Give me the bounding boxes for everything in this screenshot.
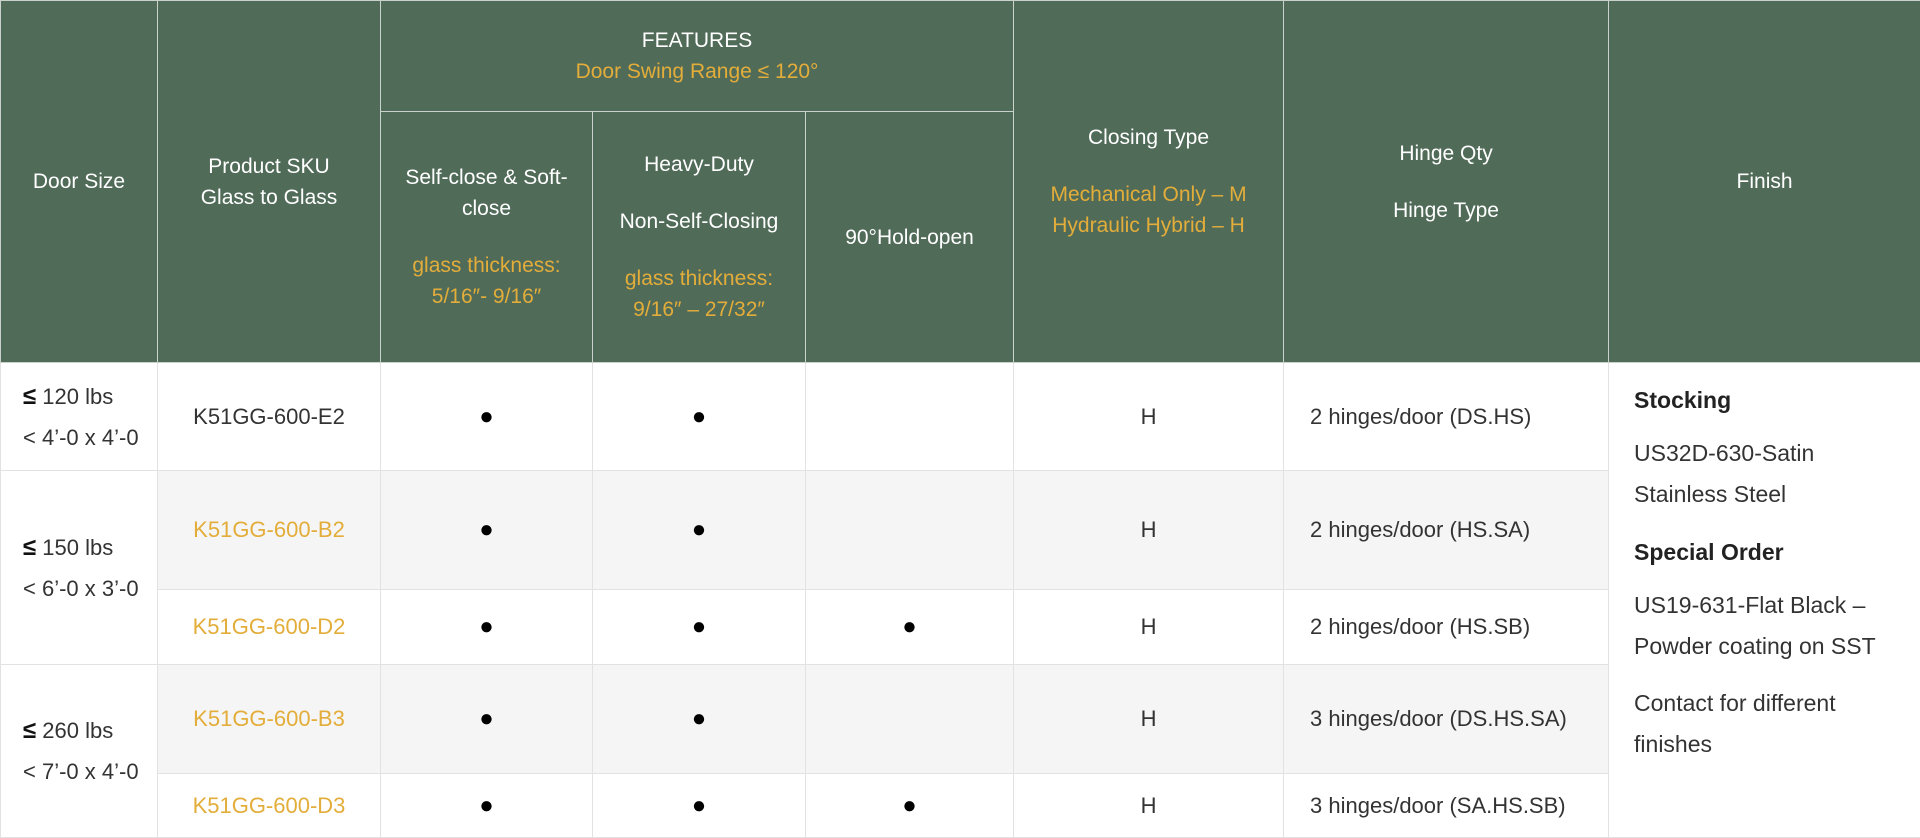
header-closing-type-label: Closing Type	[1022, 122, 1275, 153]
hinge-cell: 3 hinges/door (DS.HS.SA)	[1284, 665, 1609, 774]
header-closing-mechanical: Mechanical Only – M	[1022, 179, 1275, 210]
size-dims: < 7’-0 x 4’-0	[23, 751, 147, 792]
closing-type-cell: H	[1014, 363, 1284, 471]
size-weight: 120 lbs	[42, 384, 113, 409]
size-dims: < 4’-0 x 4’-0	[23, 417, 147, 458]
finish-cell: Stocking US32D-630-Satin Stainless Steel…	[1609, 363, 1920, 838]
heavy-duty-dot: ●	[593, 590, 806, 665]
door-size-cell: ≤ 260 lbs < 7’-0 x 4’-0	[1, 665, 158, 838]
header-closing-type: Closing Type Mechanical Only – M Hydraul…	[1014, 1, 1284, 363]
header-door-size: Door Size	[1, 1, 158, 363]
finish-contact-text: Contact for different finishes	[1634, 683, 1899, 765]
header-product-sku-sub: Glass to Glass	[166, 182, 372, 213]
header-product-sku: Product SKU Glass to Glass	[158, 1, 381, 363]
le-symbol: ≤	[23, 717, 36, 744]
holdopen-dot: ●	[806, 774, 1014, 838]
header-heavy-glass: glass thickness: 9/16″ – 27/32″	[601, 263, 797, 325]
hinge-cell: 3 hinges/door (SA.HS.SB)	[1284, 774, 1609, 838]
heavy-duty-dot: ●	[593, 774, 806, 838]
header-finish: Finish	[1609, 1, 1920, 363]
header-row-1: Door Size Product SKU Glass to Glass FEA…	[1, 1, 1920, 112]
product-spec-table: Door Size Product SKU Glass to Glass FEA…	[0, 0, 1920, 838]
size-weight: 260 lbs	[42, 718, 113, 743]
header-hinge-type: Hinge Type	[1292, 195, 1600, 226]
holdopen-dot: ●	[806, 590, 1014, 665]
selfclose-dot: ●	[381, 363, 593, 471]
sku-cell: K51GG-600-B3	[158, 665, 381, 774]
header-selfclose-glass: glass thickness: 5/16″- 9/16″	[389, 250, 584, 312]
header-features-label: FEATURES	[389, 25, 1005, 56]
selfclose-dot: ●	[381, 471, 593, 590]
sku-cell: K51GG-600-E2	[158, 363, 381, 471]
header-features: FEATURES Door Swing Range ≤ 120°	[381, 1, 1014, 112]
selfclose-dot: ●	[381, 590, 593, 665]
closing-type-cell: H	[1014, 590, 1284, 665]
finish-stocking-text: US32D-630-Satin Stainless Steel	[1634, 433, 1899, 515]
finish-special-text: US19-631-Flat Black – Powder coating on …	[1634, 585, 1899, 667]
door-size-cell: ≤ 150 lbs < 6’-0 x 3’-0	[1, 471, 158, 665]
selfclose-dot: ●	[381, 665, 593, 774]
header-holdopen: 90°Hold-open	[806, 112, 1014, 363]
closing-type-cell: H	[1014, 665, 1284, 774]
header-selfclose-title: Self-close & Soft-close	[389, 162, 584, 224]
header-features-range: Door Swing Range ≤ 120°	[389, 56, 1005, 87]
header-selfclose: Self-close & Soft-close glass thickness:…	[381, 112, 593, 363]
door-size-cell: ≤ 120 lbs < 4’-0 x 4’-0	[1, 363, 158, 471]
holdopen-dot	[806, 363, 1014, 471]
heavy-duty-dot: ●	[593, 363, 806, 471]
selfclose-dot: ●	[381, 774, 593, 838]
header-heavy-duty: Heavy-Duty Non-Self-Closing glass thickn…	[593, 112, 806, 363]
header-hinge: Hinge Qty Hinge Type	[1284, 1, 1609, 363]
sku-cell: K51GG-600-B2	[158, 471, 381, 590]
sku-cell: K51GG-600-D3	[158, 774, 381, 838]
hinge-cell: 2 hinges/door (HS.SB)	[1284, 590, 1609, 665]
hinge-cell: 2 hinges/door (HS.SA)	[1284, 471, 1609, 590]
le-symbol: ≤	[23, 534, 36, 561]
header-closing-hydraulic: Hydraulic Hybrid – H	[1022, 210, 1275, 241]
header-hinge-qty: Hinge Qty	[1292, 138, 1600, 169]
finish-stocking-title: Stocking	[1634, 385, 1899, 415]
heavy-duty-dot: ●	[593, 665, 806, 774]
finish-special-title: Special Order	[1634, 537, 1899, 567]
sku-cell: K51GG-600-D2	[158, 590, 381, 665]
size-weight: 150 lbs	[42, 535, 113, 560]
header-heavy-sub: Non-Self-Closing	[601, 206, 797, 237]
holdopen-dot	[806, 471, 1014, 590]
closing-type-cell: H	[1014, 774, 1284, 838]
table-row: ≤ 120 lbs < 4’-0 x 4’-0 K51GG-600-E2 ● ●…	[1, 363, 1920, 471]
size-dims: < 6’-0 x 3’-0	[23, 568, 147, 609]
holdopen-dot	[806, 665, 1014, 774]
header-product-sku-label: Product SKU	[166, 151, 372, 182]
closing-type-cell: H	[1014, 471, 1284, 590]
header-heavy-title: Heavy-Duty	[601, 149, 797, 180]
heavy-duty-dot: ●	[593, 471, 806, 590]
hinge-cell: 2 hinges/door (DS.HS)	[1284, 363, 1609, 471]
le-symbol: ≤	[23, 383, 36, 410]
